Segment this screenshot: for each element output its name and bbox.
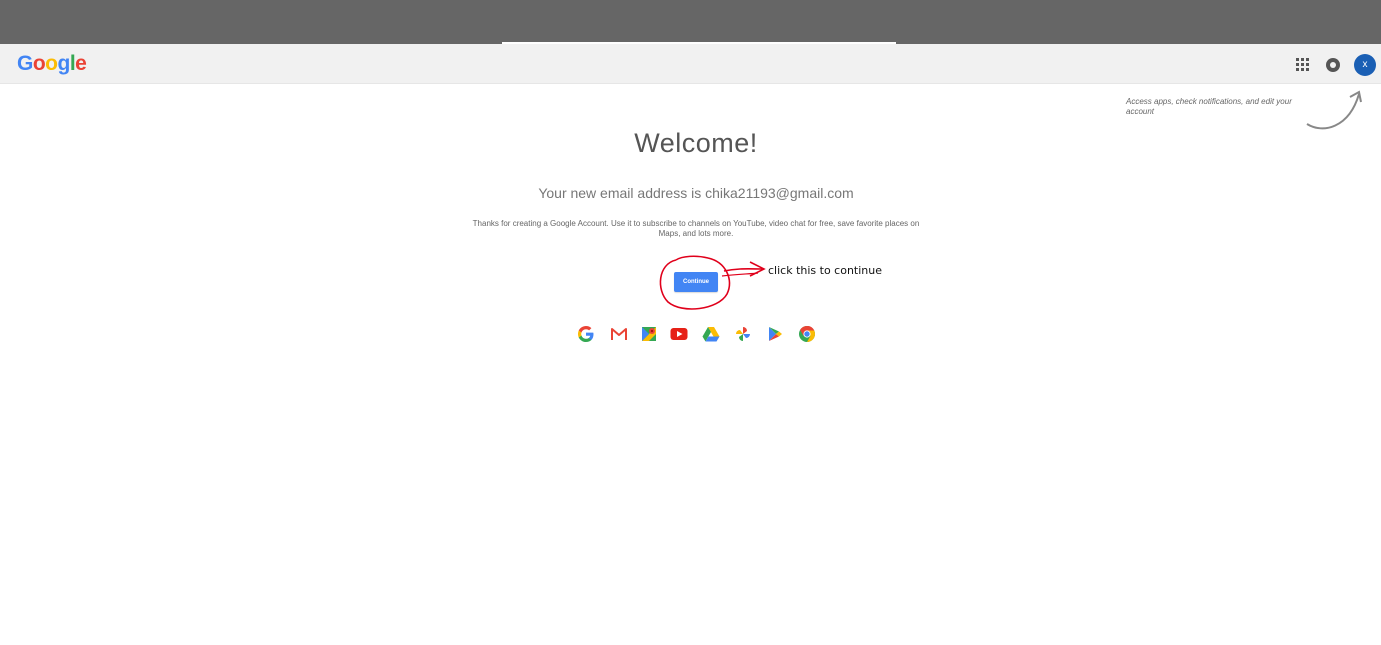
drive-icon[interactable] [702, 325, 720, 343]
gmail-icon[interactable] [610, 325, 628, 343]
red-annotation-circle-arrow [659, 255, 766, 310]
page: Google x Access apps, check notification… [0, 0, 1381, 645]
maps-icon[interactable] [640, 325, 658, 343]
google-logo[interactable]: Google [17, 52, 87, 76]
google-products-row [577, 325, 817, 343]
account-avatar[interactable]: x [1354, 54, 1376, 76]
youtube-icon[interactable] [670, 325, 688, 343]
logo-letter: e [75, 52, 87, 75]
play-store-icon[interactable] [766, 325, 784, 343]
google-app-bar: Google x [0, 44, 1381, 84]
annotation-label: click this to continue [768, 264, 883, 277]
account-hint-text: Access apps, check notifications, and ed… [1126, 97, 1292, 116]
notifications-icon[interactable] [1326, 58, 1340, 72]
logo-letter: o [45, 52, 58, 75]
account-description: Thanks for creating a Google Account. Us… [472, 219, 920, 238]
google-g-icon[interactable] [577, 325, 595, 343]
browser-overlay-strip [0, 0, 1381, 45]
new-email-subtitle: Your new email address is chika21193@gma… [538, 185, 854, 201]
logo-letter: g [57, 52, 71, 75]
page-title: Welcome! [634, 128, 758, 158]
logo-letter: G [17, 52, 33, 75]
chrome-icon[interactable] [798, 325, 816, 343]
apps-grid-icon[interactable] [1296, 58, 1310, 72]
logo-letter: o [32, 52, 46, 75]
hint-curved-arrow-icon [1306, 90, 1362, 130]
photos-icon[interactable] [734, 325, 752, 343]
